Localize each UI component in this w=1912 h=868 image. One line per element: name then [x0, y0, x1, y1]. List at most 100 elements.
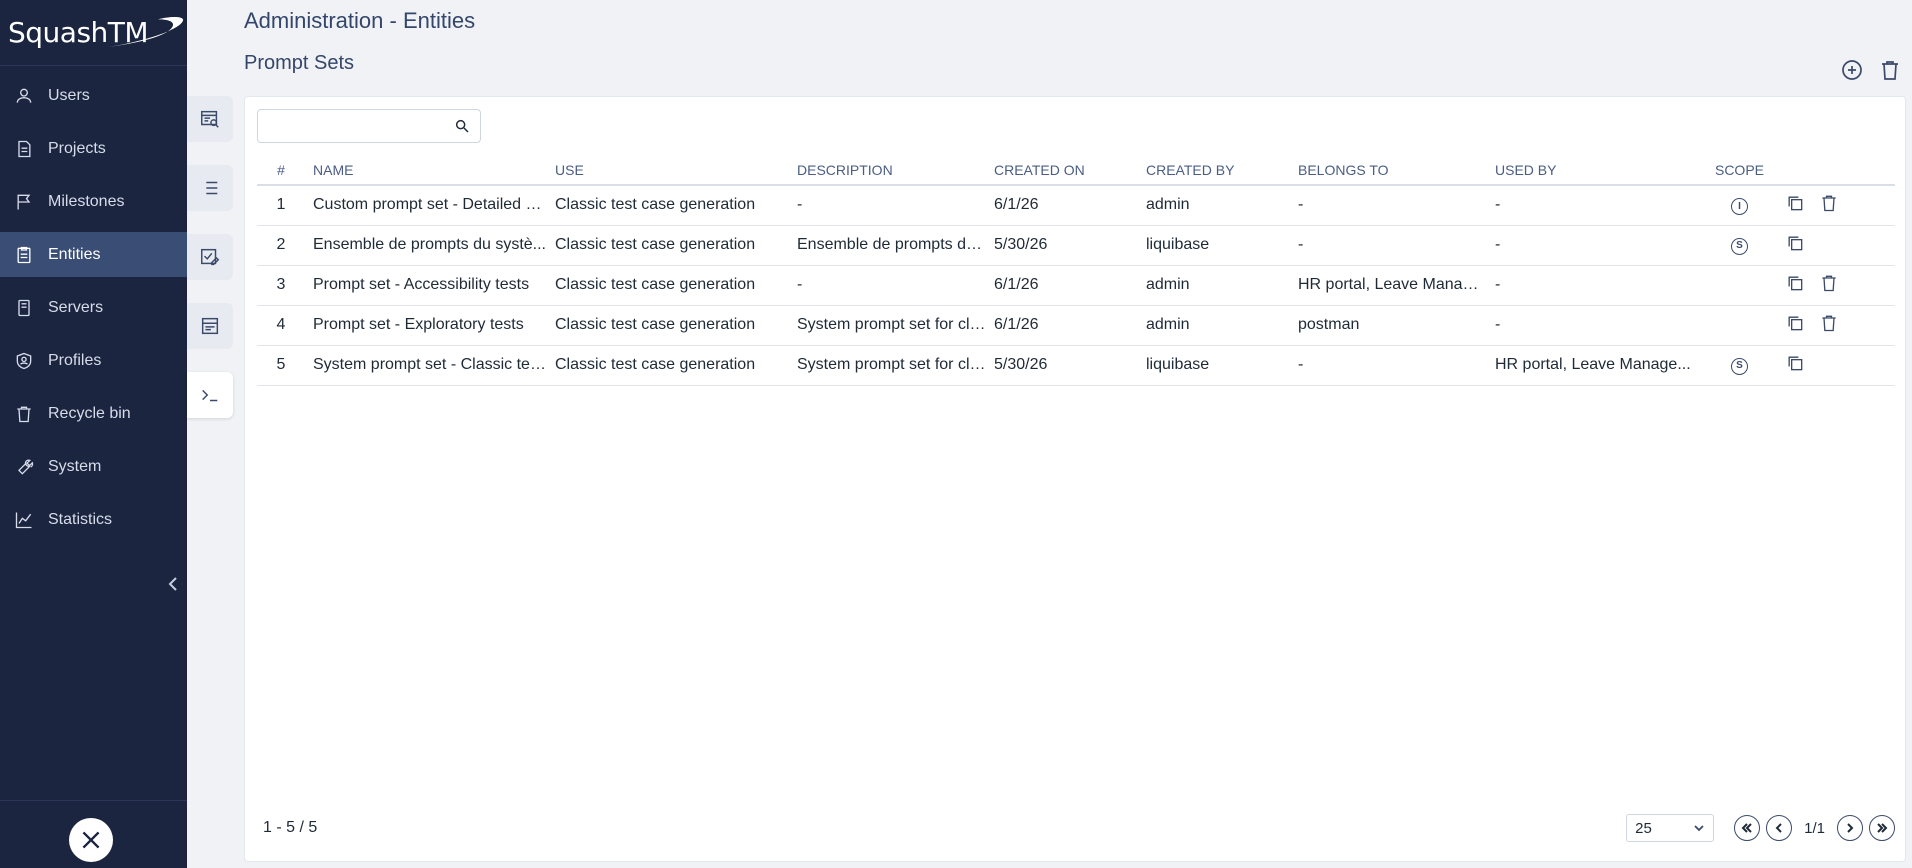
search-icon[interactable] [454, 118, 470, 139]
column-header-created-by[interactable]: CREATED BY [1138, 155, 1290, 186]
column-header-belongs-to[interactable]: BELONGS TO [1290, 155, 1487, 186]
chevron-down-icon [1694, 825, 1704, 832]
cell-use: Classic test case generation [547, 305, 789, 346]
entity-nav-prompt-sets[interactable] [187, 372, 233, 418]
column-header-scope[interactable]: SCOPE [1702, 155, 1777, 186]
flag-icon [14, 192, 34, 212]
cell-belongs-to: - [1290, 225, 1487, 266]
sidebar-item-entities[interactable]: Entities [0, 232, 187, 277]
cell-created-by: admin [1138, 265, 1290, 306]
entity-type-nav [187, 96, 233, 441]
double-chevron-right-icon [1877, 823, 1888, 833]
table-row[interactable]: 3 Prompt set - Accessibility tests Class… [257, 265, 1895, 306]
cell-actions [1777, 225, 1895, 266]
next-page-button[interactable] [1837, 815, 1863, 841]
sidebar-item-profiles[interactable]: Profiles [0, 338, 187, 383]
cell-used-by: HR portal, Leave Manage... [1487, 345, 1702, 386]
sidebar-item-label: Milestones [48, 192, 125, 210]
entity-nav-search-report[interactable] [187, 96, 233, 142]
scope-badge-icon: S [1731, 357, 1748, 375]
previous-page-button[interactable] [1766, 815, 1793, 841]
trash-icon [1822, 275, 1836, 291]
cell-description: System prompt set for cla... [789, 345, 986, 386]
column-header-used-by[interactable]: USED BY [1487, 155, 1702, 186]
scope-badge-icon: S [1731, 237, 1748, 255]
cell-name[interactable]: System prompt set - Classic test... [305, 345, 547, 386]
duplicate-button[interactable] [1785, 273, 1805, 298]
sidebar-item-servers[interactable]: Servers [0, 285, 187, 330]
cell-use: Classic test case generation [547, 185, 789, 226]
cell-name[interactable]: Ensemble de prompts du systè... [305, 225, 547, 266]
list-icon [202, 181, 218, 195]
entity-nav-form[interactable] [187, 303, 233, 349]
report-search-icon [201, 110, 219, 128]
cell-name[interactable]: Custom prompt set - Detailed g... [305, 185, 547, 226]
search-box [257, 109, 481, 143]
entity-nav-list[interactable] [187, 165, 233, 211]
delete-row-button[interactable] [1819, 193, 1839, 218]
sidebar-item-label: Entities [48, 245, 101, 263]
cell-use: Classic test case generation [547, 225, 789, 266]
cell-created-by: liquibase [1138, 345, 1290, 386]
close-button[interactable] [69, 818, 113, 862]
duplicate-button[interactable] [1785, 353, 1805, 378]
search-input[interactable] [258, 110, 438, 142]
trash-icon [14, 404, 34, 424]
sidebar-item-milestones[interactable]: Milestones [0, 179, 187, 224]
sidebar-item-label: Profiles [48, 351, 102, 369]
chevron-left-icon [168, 577, 177, 591]
last-page-button[interactable] [1869, 815, 1895, 841]
duplicate-button[interactable] [1785, 313, 1805, 338]
column-header-name[interactable]: NAME [305, 155, 547, 186]
column-header-created-on[interactable]: CREATED ON [986, 155, 1138, 186]
chart-line-icon [14, 510, 34, 530]
column-header-number[interactable]: # [257, 155, 305, 186]
cell-name[interactable]: Prompt set - Accessibility tests [305, 265, 547, 306]
table-row[interactable]: 5 System prompt set - Classic test... Cl… [257, 345, 1895, 386]
trash-icon [1882, 61, 1898, 80]
cell-actions [1777, 265, 1895, 306]
cell-created-on: 5/30/26 [986, 225, 1138, 266]
delete-selected-button[interactable] [1878, 58, 1902, 87]
page-size-select[interactable]: 25 [1626, 814, 1715, 842]
collapse-sidebar-button[interactable] [164, 575, 182, 593]
table-row[interactable]: 4 Prompt set - Exploratory tests Classic… [257, 305, 1895, 346]
add-prompt-set-button[interactable] [1840, 58, 1864, 87]
cell-number: 2 [257, 225, 305, 266]
delete-row-button[interactable] [1819, 273, 1839, 298]
duplicate-button[interactable] [1785, 233, 1805, 258]
document-icon [14, 139, 34, 159]
table-row[interactable]: 1 Custom prompt set - Detailed g... Clas… [257, 185, 1895, 226]
cell-number: 1 [257, 185, 305, 226]
sidebar-item-system[interactable]: System [0, 444, 187, 489]
copy-icon [1788, 316, 1803, 330]
cell-actions [1777, 305, 1895, 346]
first-page-button[interactable] [1734, 815, 1761, 841]
sidebar-item-statistics[interactable]: Statistics [0, 497, 187, 542]
cell-belongs-to: - [1290, 345, 1487, 386]
sidebar-item-projects[interactable]: Projects [0, 126, 187, 171]
entity-nav-checklist[interactable] [187, 234, 233, 280]
close-icon [82, 831, 100, 849]
duplicate-button[interactable] [1785, 193, 1805, 218]
shield-user-icon [14, 351, 34, 371]
page-size-value: 25 [1635, 819, 1652, 837]
column-header-use[interactable]: USE [547, 155, 789, 186]
cell-name[interactable]: Prompt set - Exploratory tests [305, 305, 547, 346]
column-header-description[interactable]: DESCRIPTION [789, 155, 986, 186]
delete-row-button[interactable] [1819, 313, 1839, 338]
sidebar-item-recycle-bin[interactable]: Recycle bin [0, 391, 187, 436]
table-row[interactable]: 2 Ensemble de prompts du systè... Classi… [257, 225, 1895, 266]
wrench-icon [14, 457, 34, 477]
cell-use: Classic test case generation [547, 345, 789, 386]
cell-created-by: admin [1138, 305, 1290, 346]
app-logo[interactable]: SquashTM [0, 0, 187, 66]
prompt-sets-table: # NAME USE DESCRIPTION CREATED ON CREATE… [257, 155, 1895, 386]
checklist-edit-icon [201, 248, 220, 266]
cell-scope: S [1702, 345, 1777, 386]
header-actions [1840, 58, 1902, 87]
cell-number: 5 [257, 345, 305, 386]
cell-created-by: liquibase [1138, 225, 1290, 266]
cell-created-on: 6/1/26 [986, 185, 1138, 226]
sidebar-item-users[interactable]: Users [0, 73, 187, 118]
